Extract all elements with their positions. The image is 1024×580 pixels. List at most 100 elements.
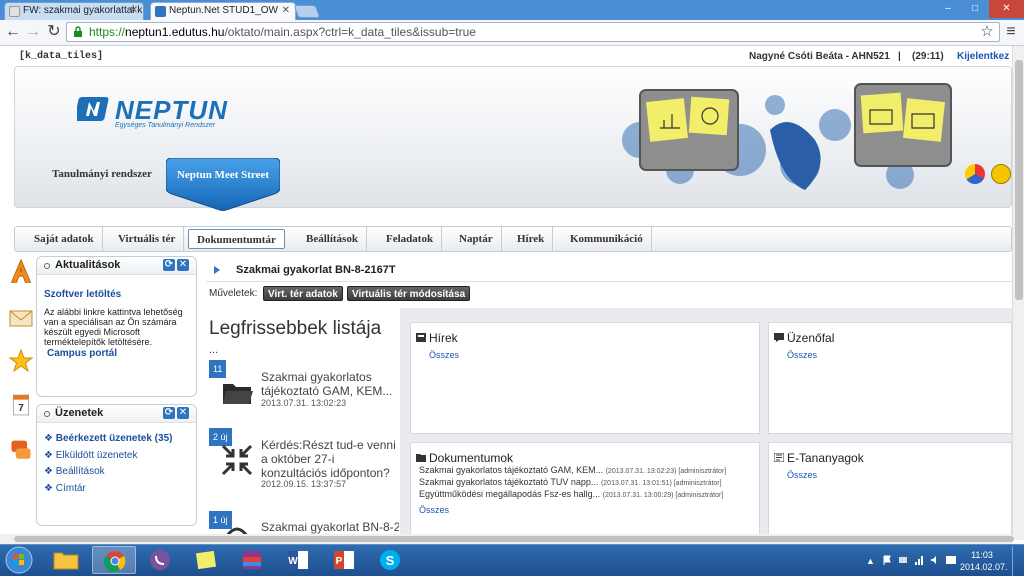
wall-tile: Üzenőfal Összes [768, 322, 1012, 434]
news-panel: Aktualitások ⟳ ✕ Szoftver letöltés Az al… [36, 256, 197, 397]
reload-button[interactable]: ↻ [44, 22, 64, 42]
system-name-tab[interactable]: Tanulmányi rendszer [52, 168, 152, 180]
neptun-logo[interactable]: NEPTUN Egységes Tanulmányi Rendszer [77, 95, 227, 135]
clock-date: 2014.02.07. [960, 562, 1008, 572]
mail-quick-icon[interactable] [8, 304, 34, 330]
flag-tray-icon[interactable] [882, 555, 892, 565]
documents-all-link[interactable]: Összes [419, 505, 449, 515]
svg-text:S: S [386, 553, 395, 568]
menu-item-hirek[interactable]: Hírek [509, 226, 554, 252]
bookmark-star-icon[interactable]: ☆ [977, 22, 997, 42]
topbar-separator: | [898, 51, 901, 62]
meet-street-button[interactable]: Neptun Meet Street [165, 157, 281, 212]
control-id: [k_data_tiles] [19, 51, 104, 62]
close-window-button[interactable]: ✕ [989, 0, 1024, 18]
network-tray-icon[interactable] [914, 555, 924, 565]
color-theme-icon[interactable] [965, 164, 985, 184]
svg-text:7: 7 [18, 403, 24, 414]
menu-item-naptar[interactable]: Naptár [451, 226, 502, 252]
tab-close-icon[interactable]: ✕ [130, 3, 138, 19]
maximize-button[interactable]: □ [962, 0, 988, 18]
feed-item-title[interactable]: Kérdés:Részt tud-e venni a október 27-i … [261, 438, 401, 480]
accessibility-icon[interactable] [991, 164, 1011, 184]
horizontal-scrollbar[interactable] [0, 534, 1014, 544]
word-taskbar-icon[interactable]: W [276, 546, 320, 574]
viber-taskbar-icon[interactable] [138, 546, 182, 574]
browser-tab-neptun[interactable]: Neptun.Net STUD1_OW ✕ [150, 2, 296, 20]
news-all-link[interactable]: Összes [429, 350, 459, 360]
news-icon [416, 333, 426, 342]
menu-item-feladatok[interactable]: Feladatok [378, 226, 443, 252]
chrome-menu-icon[interactable]: ≡ [1001, 22, 1021, 42]
chevron-right-icon [214, 266, 220, 274]
language-tray-icon[interactable] [946, 555, 956, 565]
modify-virtual-space-button[interactable]: Virtuális tér módosítása [347, 286, 471, 301]
close-icon[interactable]: ✕ [177, 407, 189, 419]
winrar-taskbar-icon[interactable] [230, 546, 274, 574]
favorites-star-icon[interactable] [8, 348, 34, 374]
scroll-thumb[interactable] [14, 536, 1014, 542]
chat-bubbles-icon[interactable] [8, 438, 34, 464]
directory-link[interactable]: ❖ Címtár [44, 483, 86, 494]
menu-item-sajat-adatok[interactable]: Saját adatok [26, 226, 103, 252]
operations-label: Műveletek: [209, 288, 258, 299]
vertical-scrollbar[interactable] [1012, 46, 1024, 540]
menu-item-virtualis-ter[interactable]: Virtuális tér [110, 226, 185, 252]
campus-portal-link[interactable]: Campus portál [47, 348, 117, 359]
browser-tab-email[interactable]: FW: szakmai gyakorlattal k ✕ [4, 2, 144, 20]
menu-item-dokumentumtar[interactable]: Dokumentumtár [188, 229, 285, 249]
volume-tray-icon[interactable] [930, 555, 940, 565]
elearning-all-link[interactable]: Összes [787, 470, 817, 480]
clock-time: 11:03 [971, 550, 993, 560]
forward-button[interactable]: → [23, 22, 43, 42]
svg-text:W: W [288, 556, 298, 567]
document-row[interactable]: Szakmai gyakorlatos tájékoztató GAM, KEM… [419, 465, 726, 475]
feed-item-title[interactable]: Szakmai gyakorlat BN-8-2 [261, 520, 399, 534]
course-title: Szakmai gyakorlat BN-8-2167T [236, 264, 396, 276]
message-settings-link[interactable]: ❖ Beállítások [44, 466, 105, 477]
show-hidden-icons[interactable]: ▲ [866, 556, 875, 566]
taskbar-clock[interactable]: 11:03 2014.02.07. [960, 549, 1008, 573]
neptun-favicon-icon [155, 6, 166, 17]
inbox-link[interactable]: ❖ Beérkezett üzenetek (35) [44, 433, 172, 444]
sent-messages-link[interactable]: ❖ Elküldött üzenetek [44, 450, 137, 461]
feed-item-title[interactable]: Szakmai gyakorlatos tájékoztató GAM, KEM… [261, 370, 396, 398]
document-row[interactable]: Együttműködési megállapodás Fsz-es hallg… [419, 489, 723, 499]
elearning-tile: E-Tananyagok Összes [768, 442, 1012, 538]
sticky-notes-taskbar-icon[interactable] [184, 546, 228, 574]
logout-link[interactable]: Kijelentkez [957, 51, 1009, 62]
chrome-taskbar-icon[interactable] [92, 546, 136, 574]
explorer-taskbar-icon[interactable] [44, 546, 88, 574]
device-tray-icon[interactable] [898, 555, 908, 565]
folder-icon [223, 384, 253, 404]
skype-taskbar-icon[interactable]: S [368, 546, 412, 574]
news-quick-icon[interactable] [8, 258, 34, 284]
address-bar[interactable]: https://neptun1.edutus.hu/oktato/main.as… [66, 22, 1000, 42]
latest-list-title: Legfrissebbek listája [209, 318, 382, 339]
wall-all-link[interactable]: Összes [787, 350, 817, 360]
documents-tile-title: Dokumentumok [429, 451, 514, 465]
url-scheme: https:// [89, 25, 126, 39]
new-tab-button[interactable] [293, 5, 321, 18]
powerpoint-taskbar-icon[interactable]: P [322, 546, 366, 574]
minimize-button[interactable]: – [935, 0, 961, 18]
tab-close-icon[interactable]: ✕ [282, 3, 290, 19]
svg-text:P: P [336, 556, 343, 567]
menu-item-kommunikacio[interactable]: Kommunikáció [562, 226, 652, 252]
refresh-icon[interactable]: ⟳ [163, 259, 175, 271]
virtual-space-data-button[interactable]: Virt. tér adatok [263, 286, 343, 301]
back-button[interactable]: ← [3, 22, 23, 42]
calendar-icon[interactable]: 7 [8, 392, 34, 418]
scroll-thumb[interactable] [1015, 60, 1023, 300]
messages-panel: Üzenetek ⟳ ✕ ❖ Beérkezett üzenetek (35) … [36, 404, 197, 526]
session-timer: (29:11) [912, 51, 944, 62]
close-icon[interactable]: ✕ [177, 259, 189, 271]
tab-label: FW: szakmai gyakorlattal k [23, 5, 143, 16]
news-item-title[interactable]: Szoftver letöltés [44, 289, 121, 300]
show-desktop-button[interactable] [1012, 546, 1024, 576]
document-row[interactable]: Szakmai gyakorlatos tájékoztató TUV napp… [419, 477, 722, 487]
latest-list-more[interactable]: ... [209, 344, 218, 356]
start-button-icon[interactable] [4, 546, 34, 574]
menu-item-beallitasok[interactable]: Beállítások [298, 226, 367, 252]
refresh-icon[interactable]: ⟳ [163, 407, 175, 419]
